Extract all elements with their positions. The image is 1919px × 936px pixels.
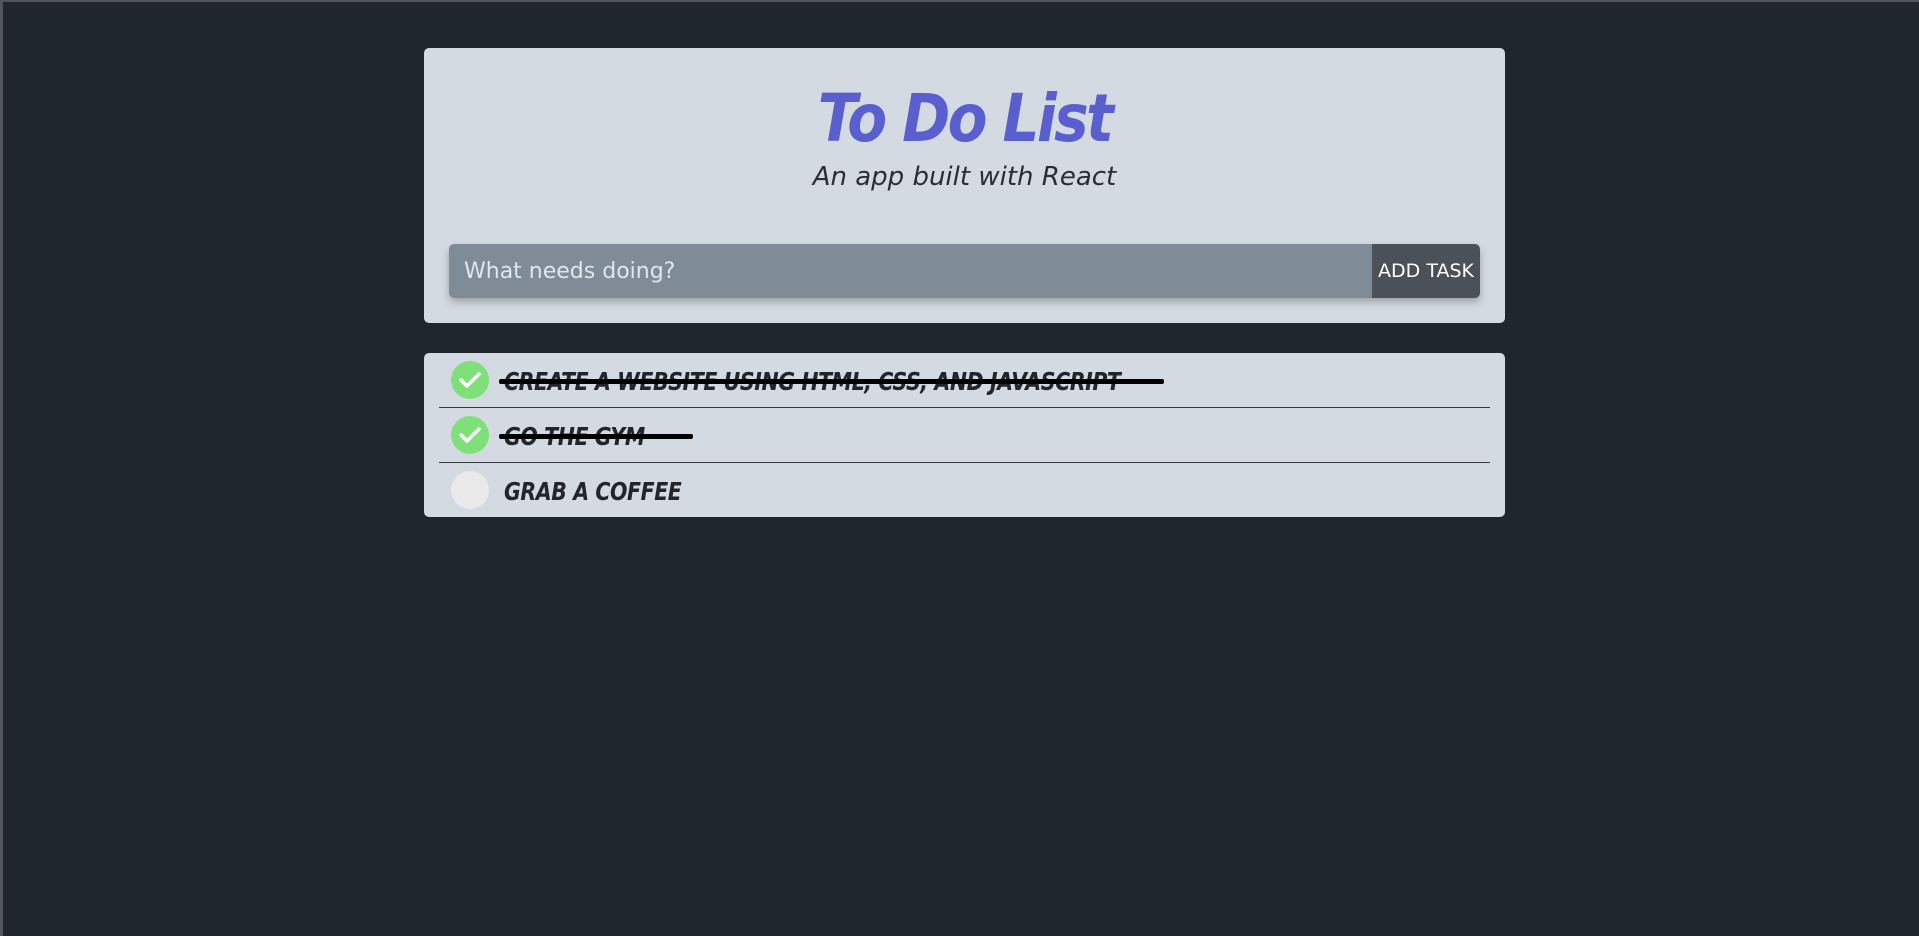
add-task-button[interactable]: ADD TASK: [1372, 244, 1480, 298]
app-subtitle: An app built with React: [812, 162, 1117, 192]
check-icon: [459, 372, 481, 388]
check-icon: [459, 427, 481, 443]
task-item: Grab a coffee: [439, 463, 1490, 518]
task-toggle-completed[interactable]: [451, 361, 489, 399]
task-item: Go the gym: [439, 408, 1490, 463]
header-card: To Do List An app built with React ADD T…: [424, 48, 1505, 323]
add-task-form: ADD TASK: [449, 244, 1480, 298]
strikethrough-line: [499, 434, 693, 439]
task-label[interactable]: Grab a coffee: [504, 475, 682, 509]
strikethrough-line: [499, 379, 1164, 384]
task-toggle-incomplete[interactable]: [451, 471, 489, 509]
task-item: Create a website using HTML, CSS, and Ja…: [439, 353, 1490, 408]
app-title: To Do List: [817, 80, 1114, 157]
task-list: Create a website using HTML, CSS, and Ja…: [424, 353, 1505, 517]
new-task-input[interactable]: [449, 244, 1372, 298]
task-toggle-completed[interactable]: [451, 416, 489, 454]
